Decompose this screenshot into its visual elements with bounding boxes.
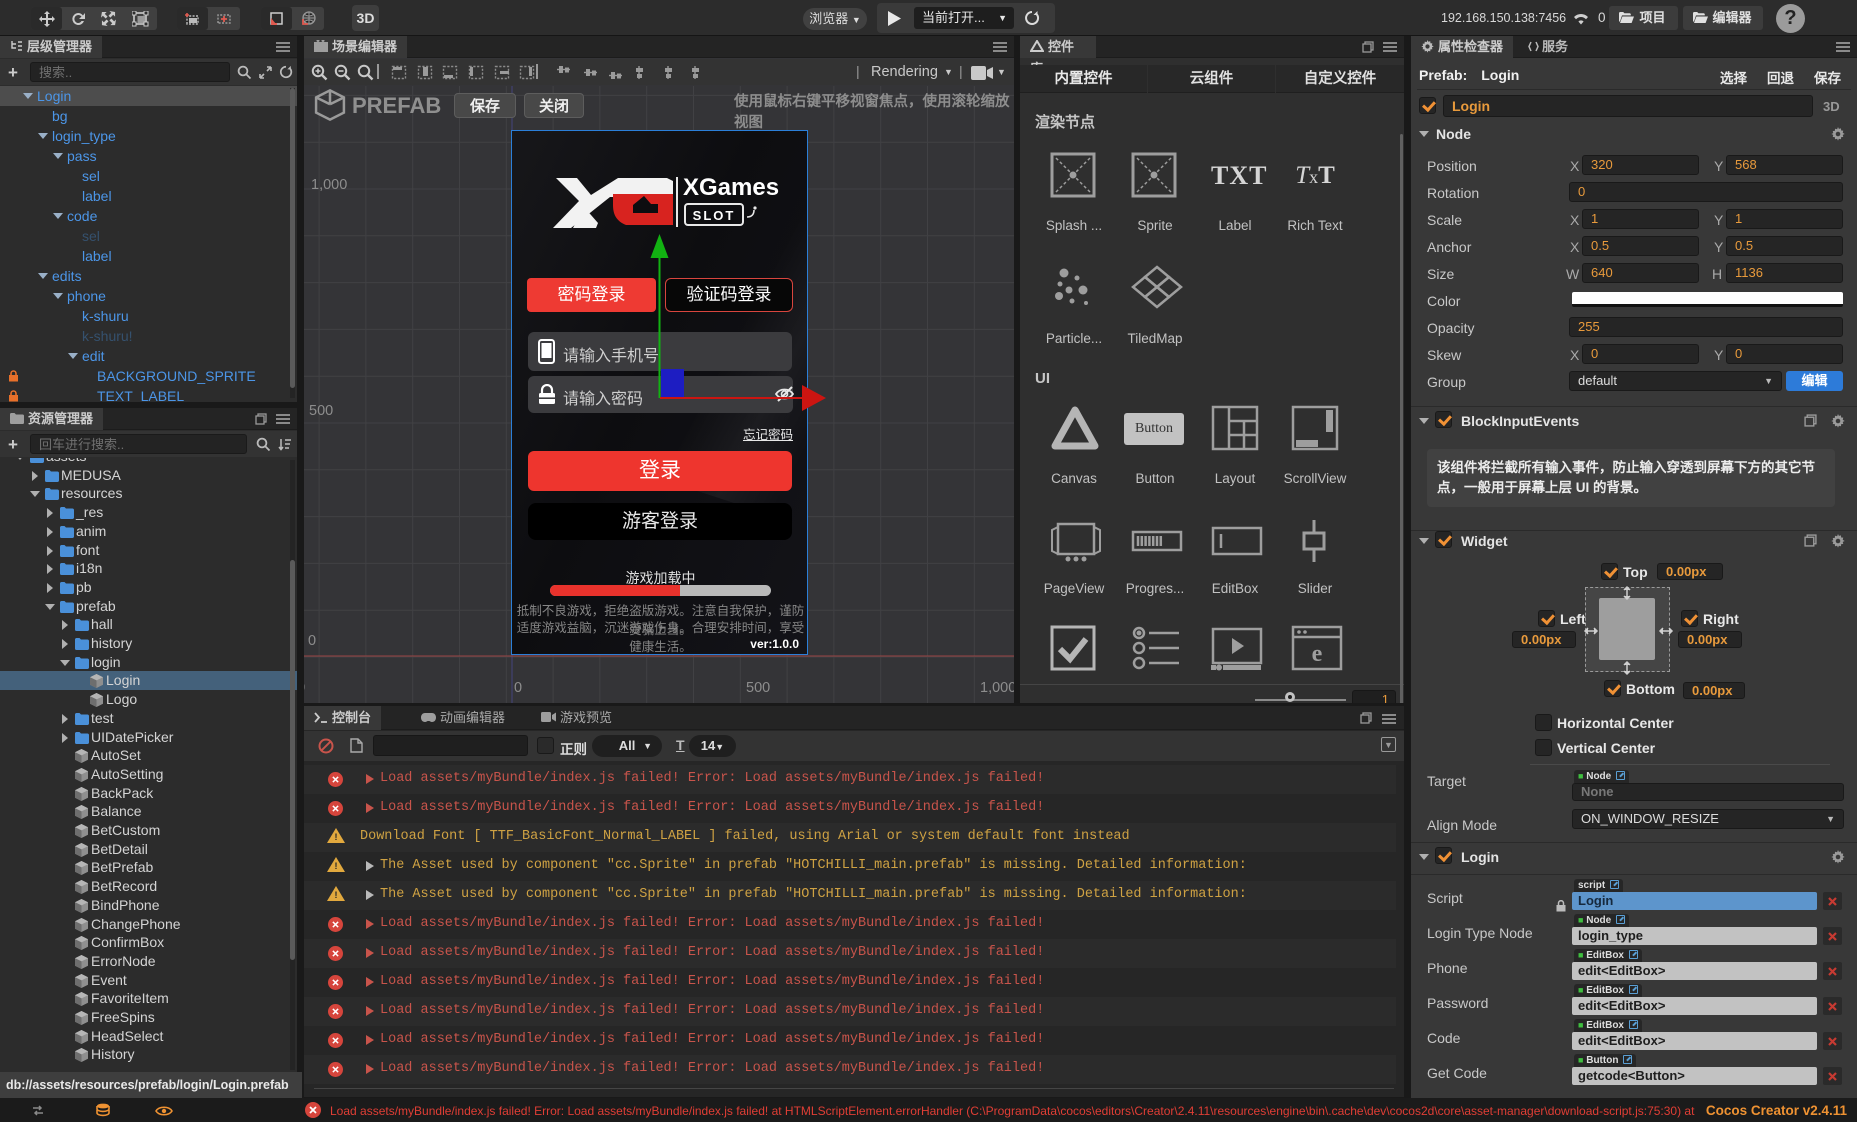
svg-text:e: e bbox=[1312, 641, 1323, 667]
